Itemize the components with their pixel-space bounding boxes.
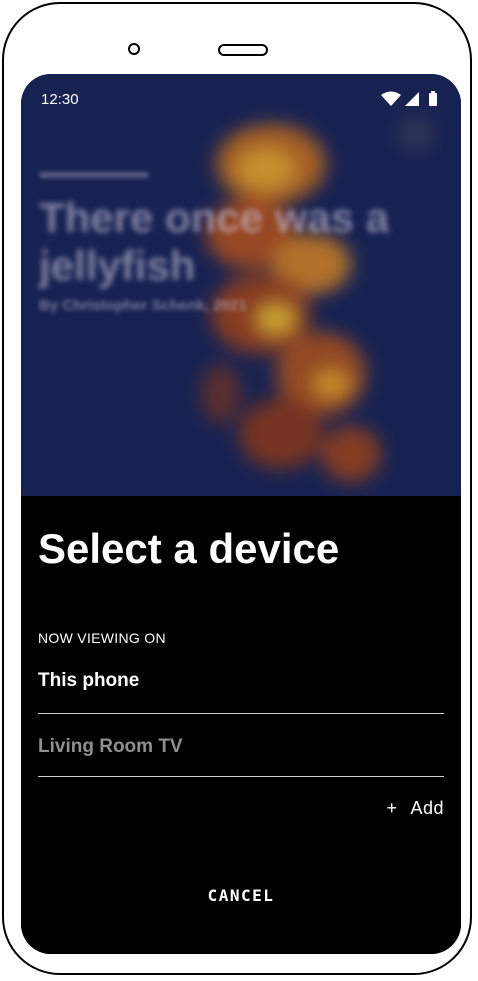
sheet-title: Select a device xyxy=(38,525,340,572)
backdrop-scrim xyxy=(21,74,461,514)
status-icons xyxy=(381,91,437,106)
plus-icon: + xyxy=(386,798,398,818)
now-viewing-label: NOW VIEWING ON xyxy=(38,630,166,646)
story-kicker xyxy=(39,172,149,178)
battery-icon xyxy=(429,91,437,106)
cell-signal-icon xyxy=(405,92,419,106)
add-label: Add xyxy=(410,798,444,818)
wifi-icon xyxy=(381,91,401,106)
blurred-story-background: There once was a jellyfish By Christophe… xyxy=(21,74,461,514)
front-camera xyxy=(128,43,140,55)
add-device-button[interactable]: + Add xyxy=(386,798,444,819)
earpiece-speaker xyxy=(218,44,268,56)
device-row-this-phone[interactable]: This phone xyxy=(38,650,444,714)
phone-frame: There once was a jellyfish By Christophe… xyxy=(2,2,472,975)
story-title: There once was a jellyfish xyxy=(39,194,390,289)
device-row-living-room-tv[interactable]: Living Room TV xyxy=(38,713,444,777)
cancel-button[interactable]: CANCEL xyxy=(21,886,461,905)
status-bar: 12:30 xyxy=(21,74,461,124)
story-byline: By Christopher Schenk, 2021 xyxy=(39,297,247,314)
phone-screen: There once was a jellyfish By Christophe… xyxy=(21,74,461,954)
sheet-corner-notch xyxy=(443,496,461,514)
device-label: Living Room TV xyxy=(38,736,183,757)
device-label: This phone xyxy=(38,670,140,691)
status-time: 12:30 xyxy=(41,91,79,108)
